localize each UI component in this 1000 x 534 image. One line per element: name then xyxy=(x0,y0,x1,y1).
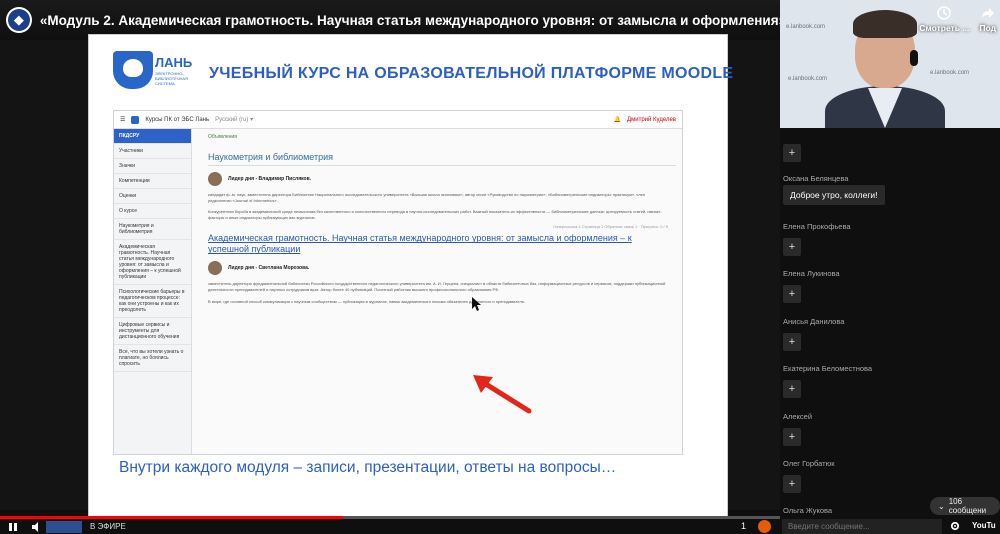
moodle-section-title: Наукометрия и библиометрия xyxy=(208,152,676,166)
moodle-nav-user: Дмитрий Куделев xyxy=(627,116,676,123)
red-arrow-icon xyxy=(473,375,532,414)
moodle-nav-title: Курсы ПК от ЭБС Лань xyxy=(145,116,210,123)
moodle-sidebar-item: О курсе xyxy=(114,204,191,219)
moodle-sidebar-item: Психологические барьеры в педагогическом… xyxy=(114,285,191,318)
moodle-sidebar-item: Участники xyxy=(114,144,191,159)
add-button[interactable]: + xyxy=(783,475,801,493)
chat-author: Алексей xyxy=(783,412,813,421)
moodle-main: Объявления Наукометрия и библиометрия Ли… xyxy=(202,129,676,454)
presentation-slide: ЛАНЬ ЭЛЕКТРОННО-БИБЛИОТЕЧНАЯ СИСТЕМА УЧЕ… xyxy=(88,34,733,534)
moodle-sidebar: ПКДСРУ Участники Значки Компетенции Оцен… xyxy=(114,129,192,454)
lan-logo-icon: ЛАНЬ ЭЛЕКТРОННО-БИБЛИОТЕЧНАЯ СИСТЕМА xyxy=(113,51,192,109)
video-title: «Модуль 2. Академическая грамотность. На… xyxy=(39,12,780,28)
moodle-section-link: Академическая грамотность. Научная стать… xyxy=(208,233,632,255)
share-button[interactable]: Под xyxy=(979,6,996,33)
channel-logo-icon[interactable]: ◆ xyxy=(6,7,32,33)
avatar xyxy=(208,261,222,276)
avatar xyxy=(208,172,222,186)
add-button[interactable]: + xyxy=(783,428,801,446)
moodle-text: кандидат ф.-м. наук, заместитель директо… xyxy=(208,192,646,203)
chat-message: Алексей xyxy=(783,412,812,421)
cam-overlay: Смотреть ... Под xyxy=(915,0,1000,39)
youtube-logo[interactable]: YouTu xyxy=(972,521,996,530)
viewer-count: 1 xyxy=(741,521,747,531)
moodle-leader-name: Лидер дня - Светлана Морозова. xyxy=(228,265,310,272)
moodle-screenshot: ☰ Курсы ПК от ЭБС Лань Русский (ru) ▾ 🔔 … xyxy=(113,110,683,455)
stream-thumbnail xyxy=(46,520,82,533)
moodle-leader: Лидер дня - Светлана Морозова. xyxy=(208,261,676,276)
chevron-down-icon: ⌄ xyxy=(938,501,945,511)
moodle-text: заместитель директора фундаментальной би… xyxy=(208,281,666,292)
video-stage[interactable]: ЛАНЬ ЭЛЕКТРОННО-БИБЛИОТЕЧНАЯ СИСТЕМА УЧЕ… xyxy=(0,34,780,534)
chat-author: Анисья Данилова xyxy=(783,317,845,326)
chat-input[interactable] xyxy=(782,519,942,534)
chat-message: Олег Горбатюк xyxy=(783,459,835,468)
moodle-sidebar-item: Академическая грамотность. Научная стать… xyxy=(114,240,191,285)
chat-message: Елена Лукинова xyxy=(783,269,840,278)
chat-message: Оксана Белянцева Доброе утро, коллеги! xyxy=(783,174,885,205)
chat-message: Анисья Данилова xyxy=(783,317,844,326)
moodle-sidebar-item: Цифровые сервисы и инструменты для диста… xyxy=(114,318,191,345)
cam-bg-text: e.lanbook.com xyxy=(788,76,828,82)
chat-message: Екатерина Беломестнова xyxy=(783,364,872,373)
moodle-sidebar-item: Оценки xyxy=(114,189,191,204)
slide-footer: Внутри каждого модуля – записи, презента… xyxy=(119,459,617,476)
moodle-announcement: Объявления xyxy=(208,134,237,140)
add-button[interactable]: + xyxy=(783,333,801,351)
add-button[interactable]: + xyxy=(783,144,801,162)
chat-message: Елена Прокофьева xyxy=(783,222,851,231)
chat-author: Елена Прокофьева xyxy=(783,222,851,231)
moodle-leader: Лидер дня - Владимир Писляков. xyxy=(208,172,676,186)
chat-message: Ольга Жукова xyxy=(783,506,832,515)
moodle-sidebar-item: Компетенции xyxy=(114,174,191,189)
bell-icon: 🔔 xyxy=(613,117,622,123)
slide-brand-sub: ЭЛЕКТРОННО-БИБЛИОТЕЧНАЯ СИСТЕМА xyxy=(155,71,188,86)
cam-bg-text: e.lanbook.com xyxy=(786,24,826,30)
live-stream-app: ◆ «Модуль 2. Академическая грамотность. … xyxy=(0,0,1000,534)
moodle-nav-lang: Русский (ru) ▾ xyxy=(215,117,254,123)
volume-icon[interactable] xyxy=(32,521,42,532)
avatar[interactable] xyxy=(758,520,771,533)
share-label: Под xyxy=(979,23,996,33)
add-button[interactable]: + xyxy=(783,285,801,303)
moodle-sidebar-item: Значки xyxy=(114,159,191,174)
cursor-icon xyxy=(472,297,481,311)
chat-author: Екатерина Беломестнова xyxy=(783,364,873,373)
watch-later-label: Смотреть ... xyxy=(919,23,970,33)
chat-author: Олег Горбатюк xyxy=(783,459,835,468)
live-chat: + Оксана Белянцева Доброе утро, коллеги!… xyxy=(780,128,1000,520)
gear-icon[interactable] xyxy=(950,521,960,531)
cam-bg-text: e.lanbook.com xyxy=(930,70,970,76)
add-button[interactable]: + xyxy=(783,380,801,398)
webcam-feed: e.lanbook.com e.lanbook.com e.lanbook.co… xyxy=(780,0,1000,128)
chat-author: Ольга Жукова xyxy=(783,506,833,515)
chat-author: Елена Лукинова xyxy=(783,269,840,278)
player-controls: В ЭФИРЕ 1 YouTu xyxy=(0,519,1000,534)
slide-heading: УЧЕБНЫЙ КУРС НА ОБРАЗОВАТЕЛЬНОЙ ПЛАТФОРМ… xyxy=(209,65,734,82)
moodle-navbar: ☰ Курсы ПК от ЭБС Лань Русский (ru) ▾ 🔔 … xyxy=(114,111,682,129)
add-button[interactable]: + xyxy=(783,238,801,256)
moodle-sidebar-item: ПКДСРУ xyxy=(114,129,191,144)
pause-icon[interactable] xyxy=(8,522,18,532)
share-icon xyxy=(981,8,994,18)
new-messages-button[interactable]: ⌄ 106 сообщени xyxy=(930,497,1000,515)
moodle-meta: Гиперссылка 1 Страница 1 Обратная связь … xyxy=(553,224,668,230)
slide-brand: ЛАНЬ xyxy=(155,55,193,70)
clock-icon xyxy=(937,6,952,20)
chat-text: Доброе утро, коллеги! xyxy=(783,185,885,205)
moodle-text: Конкурентная борьба в академической сред… xyxy=(208,209,662,220)
message-count: 106 сообщени xyxy=(948,497,987,515)
moodle-logo-icon xyxy=(131,115,140,124)
chat-author: Оксана Белянцева xyxy=(783,174,849,183)
headset-icon xyxy=(910,50,918,66)
moodle-text: В мире, где основной способ коммуникации… xyxy=(208,298,525,304)
menu-icon: ☰ xyxy=(120,117,126,123)
watch-later-button[interactable]: Смотреть ... xyxy=(919,6,969,33)
moodle-sidebar-item: Наукометрия и библиометрия xyxy=(114,219,191,240)
moodle-sidebar-item: Все, что вы хотели узнать о плагиате, но… xyxy=(114,345,191,372)
moodle-leader-name: Лидер дня - Владимир Писляков. xyxy=(228,176,312,182)
live-label: В ЭФИРЕ xyxy=(90,522,126,531)
